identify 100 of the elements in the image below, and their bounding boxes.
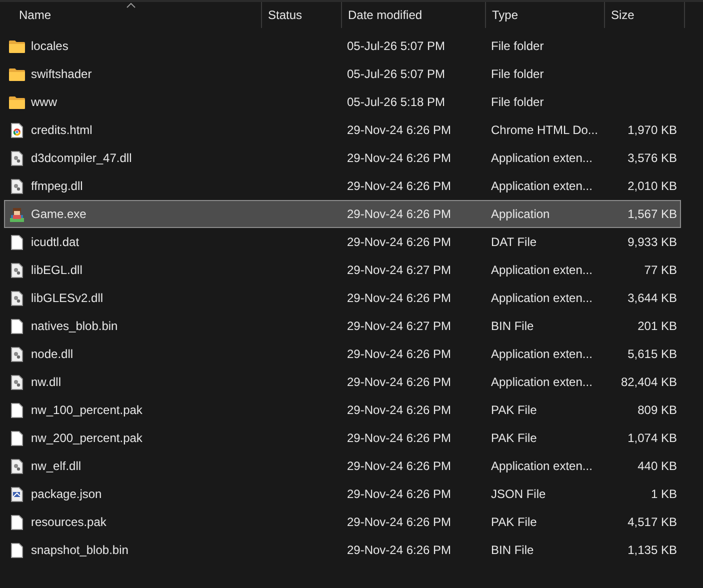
folder-icon [9, 96, 25, 108]
gear-document-icon [11, 262, 23, 278]
file-type: Application exten... [491, 375, 592, 389]
file-size: 4,517 KB [628, 514, 677, 531]
file-name: swiftshader [31, 66, 92, 83]
file-type: Chrome HTML Do... [491, 123, 598, 137]
game-character-icon [9, 206, 25, 222]
column-header[interactable]: Size [605, 2, 685, 28]
gear-document-icon [11, 374, 23, 390]
file-type: File folder [491, 95, 544, 109]
date-modified: 29-Nov-24 6:26 PM [347, 151, 452, 165]
file-row[interactable]: resources.pak 29-Nov-24 6:26 PM PAK File 4,517 KB [4, 508, 681, 536]
column-header[interactable]: Date modified [342, 2, 486, 28]
file-name: nw.dll [31, 374, 62, 391]
column-header[interactable]: Type [486, 2, 605, 28]
file-size: 77 KB [644, 262, 677, 279]
file-name: nw_200_percent.pak [31, 430, 142, 447]
file-row[interactable]: ffmpeg.dll 29-Nov-24 6:26 PM Application exten... 2,010 KB [4, 172, 681, 200]
sort-caret-icon [126, 3, 135, 8]
file-name: ffmpeg.dll [31, 178, 83, 195]
file-size: 3,644 KB [628, 290, 677, 307]
file-name: nw_elf.dll [31, 458, 82, 475]
file-name: credits.html [31, 122, 92, 139]
column-header[interactable]: Status [262, 2, 342, 28]
date-modified: 29-Nov-24 6:26 PM [347, 543, 452, 557]
file-size: 1,074 KB [628, 430, 677, 447]
file-type: Application exten... [491, 347, 592, 361]
file-row[interactable]: credits.html 29-Nov-24 6:26 PM Chrome HTML Do... 1,970 KB [4, 116, 681, 144]
file-type: PAK File [491, 515, 537, 529]
date-modified: 05-Jul-26 5:07 PM [347, 39, 446, 53]
date-modified: 29-Nov-24 6:26 PM [347, 235, 452, 249]
file-size: 5,615 KB [628, 346, 677, 363]
blank-document-icon [11, 430, 23, 446]
file-row[interactable]: d3dcompiler_47.dll 29-Nov-24 6:26 PM Application exten... 3,576 KB [4, 144, 681, 172]
date-modified: 29-Nov-24 6:26 PM [347, 207, 452, 221]
file-name: nw_100_percent.pak [31, 402, 142, 419]
file-name: d3dcompiler_47.dll [31, 150, 132, 167]
file-name: icudtl.dat [31, 234, 80, 251]
date-modified: 29-Nov-24 6:26 PM [347, 487, 452, 501]
file-row[interactable]: libEGL.dll 29-Nov-24 6:27 PM Application exten... 77 KB [4, 256, 681, 284]
blank-document-icon [11, 514, 23, 530]
file-row[interactable]: swiftshader 05-Jul-26 5:07 PM File folder [4, 60, 681, 88]
blank-document-icon [11, 234, 23, 250]
date-modified: 29-Nov-24 6:27 PM [347, 319, 452, 333]
file-type: PAK File [491, 431, 537, 445]
file-row[interactable]: nw_200_percent.pak 29-Nov-24 6:26 PM PAK File 1,074 KB [4, 424, 681, 452]
file-row[interactable]: nw_100_percent.pak 29-Nov-24 6:26 PM PAK File 809 KB [4, 396, 681, 424]
file-size: 82,404 KB [620, 374, 677, 391]
date-modified: 29-Nov-24 6:26 PM [347, 347, 452, 361]
file-row[interactable]: snapshot_blob.bin 29-Nov-24 6:26 PM BIN File 1,135 KB [4, 536, 681, 564]
file-type: Application exten... [491, 459, 592, 473]
file-type: Application exten... [491, 291, 592, 305]
file-row[interactable]: www 05-Jul-26 5:18 PM File folder [4, 88, 681, 116]
date-modified: 29-Nov-24 6:26 PM [347, 291, 452, 305]
file-name: locales [31, 38, 68, 55]
file-type: File folder [491, 39, 544, 53]
date-modified: 29-Nov-24 6:27 PM [347, 263, 452, 277]
date-modified: 29-Nov-24 6:26 PM [347, 403, 452, 417]
gear-document-icon [11, 458, 23, 474]
file-name: libGLESv2.dll [31, 290, 104, 307]
file-name: www [31, 94, 57, 111]
file-row[interactable]: locales 05-Jul-26 5:07 PM File folder [4, 32, 681, 60]
date-modified: 29-Nov-24 6:26 PM [347, 123, 452, 137]
file-size: 201 KB [638, 318, 677, 335]
script-document-icon [11, 486, 23, 502]
file-row[interactable]: libGLESv2.dll 29-Nov-24 6:26 PM Application exten... 3,644 KB [4, 284, 681, 312]
file-row[interactable]: natives_blob.bin 29-Nov-24 6:27 PM BIN File 201 KB [4, 312, 681, 340]
date-modified: 29-Nov-24 6:26 PM [347, 459, 452, 473]
file-row[interactable]: package.json 29-Nov-24 6:26 PM JSON File 1 KB [4, 480, 681, 508]
column-header[interactable]: Name [0, 2, 262, 28]
file-row[interactable]: Game.exe 29-Nov-24 6:26 PM Application 1,567 KB [4, 200, 681, 228]
file-name: resources.pak [31, 514, 106, 531]
file-size: 2,010 KB [628, 178, 677, 195]
folder-icon [9, 68, 25, 80]
date-modified: 29-Nov-24 6:26 PM [347, 375, 452, 389]
file-size: 1,135 KB [628, 542, 677, 559]
file-type: Application exten... [491, 151, 592, 165]
file-row[interactable]: node.dll 29-Nov-24 6:26 PM Application exten... 5,615 KB [4, 340, 681, 368]
date-modified: 29-Nov-24 6:26 PM [347, 179, 452, 193]
file-type: DAT File [491, 235, 537, 249]
file-name: snapshot_blob.bin [31, 542, 128, 559]
file-row[interactable]: icudtl.dat 29-Nov-24 6:26 PM DAT File 9,933 KB [4, 228, 681, 256]
file-name: node.dll [31, 346, 74, 363]
file-size: 440 KB [638, 458, 677, 475]
blank-document-icon [11, 542, 23, 558]
file-size: 1 KB [650, 486, 677, 503]
file-type: BIN File [491, 543, 534, 557]
file-type: File folder [491, 67, 544, 81]
file-name: libEGL.dll [31, 262, 82, 279]
file-size: 809 KB [638, 402, 677, 419]
file-type: Application exten... [491, 263, 592, 277]
gear-document-icon [11, 150, 23, 166]
file-type: Application exten... [491, 179, 592, 193]
gear-document-icon [11, 178, 23, 194]
file-type: PAK File [491, 403, 537, 417]
file-size: 1,567 KB [628, 206, 677, 223]
file-row[interactable]: nw.dll 29-Nov-24 6:26 PM Application exten... 82,404 KB [4, 368, 681, 396]
file-name: natives_blob.bin [31, 318, 118, 335]
file-type: BIN File [491, 319, 534, 333]
file-row[interactable]: nw_elf.dll 29-Nov-24 6:26 PM Application exten... 440 KB [4, 452, 681, 480]
